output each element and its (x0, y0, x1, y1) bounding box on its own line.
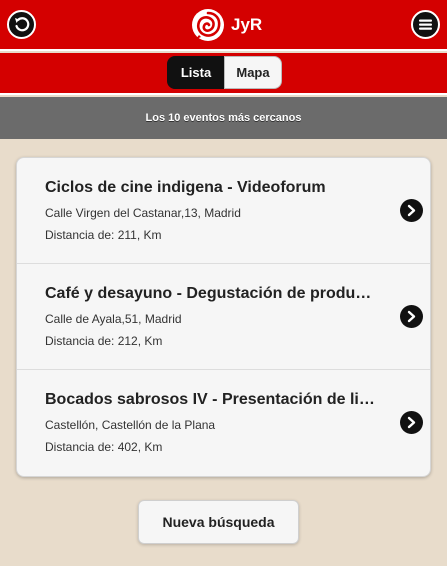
chevron-right-icon[interactable] (400, 305, 423, 328)
event-distance: Distancia de: 211, Km (45, 228, 162, 242)
view-toggle-bar: Lista Mapa (0, 53, 447, 95)
new-search-button[interactable]: Nueva búsqueda (138, 500, 299, 544)
event-title: Bocados sabrosos IV - Presentación de li… (45, 391, 377, 408)
event-distance: Distancia de: 402, Km (45, 440, 163, 454)
rose-logo-icon (192, 9, 224, 41)
hamburger-menu-icon (419, 19, 432, 30)
tab-mapa[interactable]: Mapa (224, 56, 282, 89)
event-title: Café y desayuno - Degustación de product… (45, 285, 377, 302)
results-heading: Los 10 eventos más cercanos (145, 112, 302, 124)
chevron-right-icon[interactable] (400, 199, 423, 222)
event-address: Castellón, Castellón de la Plana (45, 418, 216, 432)
event-list-item[interactable]: Café y desayuno - Degustación de product… (17, 264, 430, 370)
menu-button[interactable] (411, 10, 440, 39)
event-list-item[interactable]: Bocados sabrosos IV - Presentación de li… (17, 370, 430, 476)
back-button[interactable] (7, 10, 36, 39)
event-list-item[interactable]: Ciclos de cine indigena - Videoforum Cal… (17, 158, 430, 264)
tab-lista[interactable]: Lista (167, 56, 225, 89)
chevron-right-icon[interactable] (400, 411, 423, 434)
results-subheader: Los 10 eventos más cercanos (0, 97, 447, 139)
event-address: Calle de Ayala,51, Madrid (45, 312, 182, 326)
event-list: Ciclos de cine indigena - Videoforum Cal… (16, 157, 431, 477)
app-header: JyR (0, 0, 447, 51)
brand: JyR (191, 8, 262, 42)
back-arrow-icon (15, 17, 30, 32)
event-title: Ciclos de cine indigena - Videoforum (45, 179, 326, 196)
event-distance: Distancia de: 212, Km (45, 334, 163, 348)
event-address: Calle Virgen del Castanar,13, Madrid (45, 206, 241, 220)
brand-name: JyR (231, 15, 263, 34)
